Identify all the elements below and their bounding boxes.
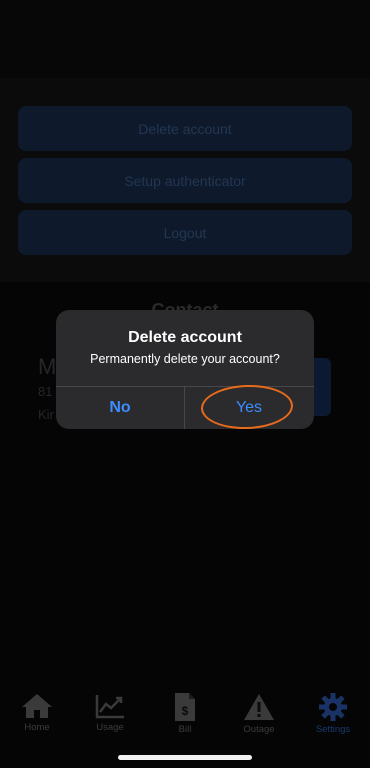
no-button[interactable]: No	[56, 387, 184, 429]
contact-line-2: Kir	[38, 407, 54, 422]
chart-icon	[95, 695, 124, 719]
tab-outage[interactable]: Outage	[222, 692, 296, 742]
setup-authenticator-button[interactable]: Setup authenticator	[18, 158, 352, 203]
svg-text:$: $	[182, 704, 189, 718]
dialog-message: Permanently delete your account?	[90, 352, 280, 366]
gear-icon	[319, 693, 347, 721]
home-icon	[22, 694, 52, 718]
tab-home[interactable]: Home	[0, 692, 74, 742]
contact-line-1: 81	[38, 384, 53, 399]
tab-usage-label: Usage	[96, 722, 124, 733]
tab-settings-label: Settings	[315, 724, 351, 735]
bill-icon: $	[175, 693, 195, 721]
tab-home-label: Home	[24, 722, 50, 733]
tab-outage-label: Outage	[243, 724, 275, 735]
warning-icon	[244, 694, 274, 720]
tab-settings[interactable]: Settings	[296, 692, 370, 742]
home-indicator[interactable]	[118, 755, 252, 760]
delete-account-button[interactable]: Delete account	[18, 106, 352, 151]
tab-bill-label: Bill	[178, 724, 192, 735]
logout-button[interactable]: Logout	[18, 210, 352, 255]
contact-initial: M	[38, 354, 57, 379]
tab-usage[interactable]: Usage	[73, 692, 147, 742]
dialog-title: Delete account	[128, 329, 242, 346]
tab-bill[interactable]: $ Bill	[148, 692, 222, 742]
header-area	[0, 0, 370, 78]
